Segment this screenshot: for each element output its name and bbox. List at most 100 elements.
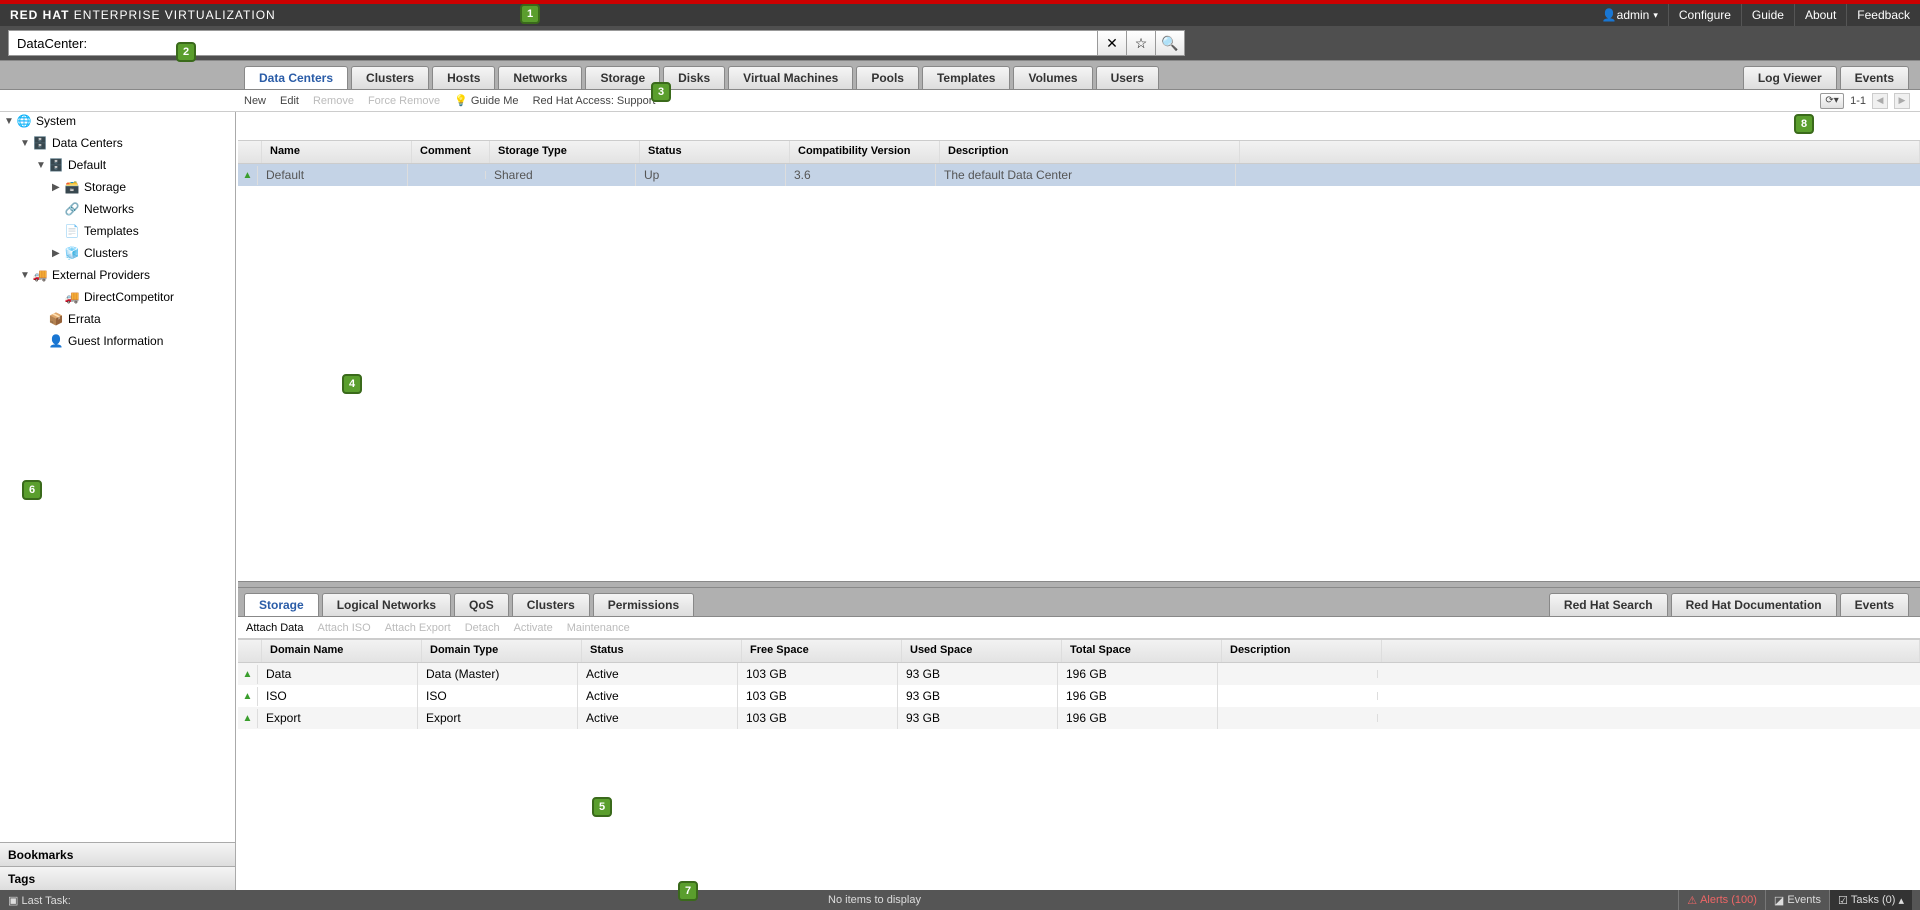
tab-pools[interactable]: Pools — [856, 66, 919, 89]
tab-volumes[interactable]: Volumes — [1013, 66, 1092, 89]
guide-link[interactable]: Guide — [1741, 4, 1794, 26]
detail-table: Domain Name Domain Type Status Free Spac… — [238, 639, 1920, 890]
new-action[interactable]: New — [244, 95, 266, 107]
attach-iso-action[interactable]: Attach ISO — [317, 622, 370, 634]
dcol-status[interactable]: Status — [582, 640, 742, 662]
bookmark-search-button[interactable]: ☆ — [1126, 30, 1156, 56]
activate-action[interactable]: Activate — [514, 622, 553, 634]
rh-docs-button[interactable]: Red Hat Documentation — [1671, 593, 1837, 616]
network-icon: 🔗 — [64, 201, 80, 217]
dcol-used[interactable]: Used Space — [902, 640, 1062, 662]
sidebar-tags[interactable]: Tags — [0, 866, 235, 890]
log-viewer-button[interactable]: Log Viewer — [1743, 66, 1837, 89]
configure-link[interactable]: Configure — [1668, 4, 1741, 26]
provider-icon: 🚚 — [64, 289, 80, 305]
tree-node-external-providers[interactable]: ▼🚚External Providers — [0, 264, 235, 286]
tab-networks[interactable]: Networks — [498, 66, 582, 89]
tab-users[interactable]: Users — [1096, 66, 1159, 89]
col-comment[interactable]: Comment — [412, 141, 490, 163]
cluster-icon: 🧊 — [64, 245, 80, 261]
tasks-button[interactable]: ☑ Tasks (0) ▴ — [1829, 890, 1912, 910]
detail-tab-clusters[interactable]: Clusters — [512, 593, 590, 616]
tree-node-clusters[interactable]: ▶🧊Clusters — [0, 242, 235, 264]
events-status-button[interactable]: ◪ Events — [1765, 890, 1829, 910]
top-bar: RED HAT ENTERPRISE VIRTUALIZATION 👤 admi… — [0, 0, 1920, 26]
tab-virtual-machines[interactable]: Virtual Machines — [728, 66, 853, 89]
up-icon: ▲ — [243, 170, 253, 181]
tree-node-guest-info[interactable]: 👤Guest Information — [0, 330, 235, 352]
dcol-domain-type[interactable]: Domain Type — [422, 640, 582, 662]
tab-hosts[interactable]: Hosts — [432, 66, 495, 89]
detail-tabs: Storage Logical Networks QoS Clusters Pe… — [238, 587, 1920, 617]
tree-node-storage[interactable]: ▶🗃️Storage — [0, 176, 235, 198]
search-input[interactable] — [9, 36, 1097, 51]
rh-support-action[interactable]: Red Hat Access: Support — [533, 95, 656, 107]
template-icon: 📄 — [64, 223, 80, 239]
attach-data-action[interactable]: Attach Data — [246, 622, 303, 634]
table-row[interactable]: ▲ISOISOActive103 GB93 GB196 GB — [238, 685, 1920, 707]
tab-disks[interactable]: Disks — [663, 66, 725, 89]
detail-tab-permissions[interactable]: Permissions — [593, 593, 694, 616]
detach-action[interactable]: Detach — [465, 622, 500, 634]
user-icon: 👤 — [48, 333, 64, 349]
detail-tab-qos[interactable]: QoS — [454, 593, 509, 616]
page-prev-button[interactable]: ◀ — [1872, 93, 1888, 109]
tree-node-direct-competitor[interactable]: 🚚DirectCompetitor — [0, 286, 235, 308]
col-status-h[interactable]: Status — [640, 141, 790, 163]
tree-node-templates[interactable]: 📄Templates — [0, 220, 235, 242]
brand: RED HAT ENTERPRISE VIRTUALIZATION — [0, 8, 276, 22]
dcol-domain-name[interactable]: Domain Name — [262, 640, 422, 662]
dcol-free[interactable]: Free Space — [742, 640, 902, 662]
edit-action[interactable]: Edit — [280, 95, 299, 107]
main-table: Name Comment Storage Type Status Compati… — [238, 140, 1920, 586]
col-desc[interactable]: Description — [940, 141, 1240, 163]
maintenance-action[interactable]: Maintenance — [567, 622, 630, 634]
dcol-total[interactable]: Total Space — [1062, 640, 1222, 662]
col-name[interactable]: Name — [262, 141, 412, 163]
tree-node-default[interactable]: ▼🗄️Default — [0, 154, 235, 176]
action-bar: New Edit Remove Force Remove 💡 Guide Me … — [0, 90, 1920, 112]
dcol-desc[interactable]: Description — [1222, 640, 1382, 662]
nav-tree: ▼🌐System ▼🗄️Data Centers ▼🗄️Default ▶🗃️S… — [0, 106, 235, 842]
tab-templates[interactable]: Templates — [922, 66, 1010, 89]
tab-storage[interactable]: Storage — [585, 66, 660, 89]
search-button[interactable]: 🔍 — [1155, 30, 1185, 56]
detail-tab-storage[interactable]: Storage — [244, 593, 319, 616]
alerts-button[interactable]: ⚠ Alerts (100) — [1678, 890, 1765, 910]
feedback-link[interactable]: Feedback — [1846, 4, 1920, 26]
tree-node-networks[interactable]: 🔗Networks — [0, 198, 235, 220]
clear-search-button[interactable]: ✕ — [1097, 30, 1127, 56]
callout-badge-2: 2 — [176, 42, 196, 62]
detail-tab-logical-networks[interactable]: Logical Networks — [322, 593, 451, 616]
tab-data-centers[interactable]: Data Centers — [244, 66, 348, 89]
resource-tabs: Data Centers Clusters Hosts Networks Sto… — [0, 60, 1920, 90]
remove-action[interactable]: Remove — [313, 95, 354, 107]
globe-icon: 🌐 — [16, 113, 32, 129]
detail-events-button[interactable]: Events — [1840, 593, 1909, 616]
tab-clusters[interactable]: Clusters — [351, 66, 429, 89]
sidebar: System ◀ Expand All Collapse All ⟳ ▼🌐Sys… — [0, 60, 236, 890]
table-row[interactable]: ▲ Default Shared Up 3.6 The default Data… — [238, 164, 1920, 186]
tree-node-system[interactable]: ▼🌐System — [0, 110, 235, 132]
events-button[interactable]: Events — [1840, 66, 1909, 89]
col-compat[interactable]: Compatibility Version — [790, 141, 940, 163]
tree-node-errata[interactable]: 📦Errata — [0, 308, 235, 330]
table-row[interactable]: ▲ExportExportActive103 GB93 GB196 GB — [238, 707, 1920, 729]
callout-badge-6: 6 — [22, 480, 42, 500]
guide-me-action[interactable]: 💡 Guide Me — [454, 94, 518, 107]
col-storage-type[interactable]: Storage Type — [490, 141, 640, 163]
last-task-label: ▣ Last Task: — [8, 894, 71, 907]
errata-icon: 📦 — [48, 311, 64, 327]
refresh-button[interactable]: ⟳▾ — [1820, 93, 1844, 109]
about-link[interactable]: About — [1794, 4, 1846, 26]
page-next-button[interactable]: ▶ — [1894, 93, 1910, 109]
table-row[interactable]: ▲DataData (Master)Active103 GB93 GB196 G… — [238, 663, 1920, 685]
detail-action-bar: Attach Data Attach ISO Attach Export Det… — [238, 617, 1920, 639]
rh-search-button[interactable]: Red Hat Search — [1549, 593, 1668, 616]
user-menu[interactable]: 👤 admin▾ — [1592, 4, 1668, 26]
force-remove-action[interactable]: Force Remove — [368, 95, 440, 107]
storage-icon: 🗃️ — [64, 179, 80, 195]
attach-export-action[interactable]: Attach Export — [385, 622, 451, 634]
sidebar-bookmarks[interactable]: Bookmarks — [0, 842, 235, 866]
tree-node-data-centers[interactable]: ▼🗄️Data Centers — [0, 132, 235, 154]
